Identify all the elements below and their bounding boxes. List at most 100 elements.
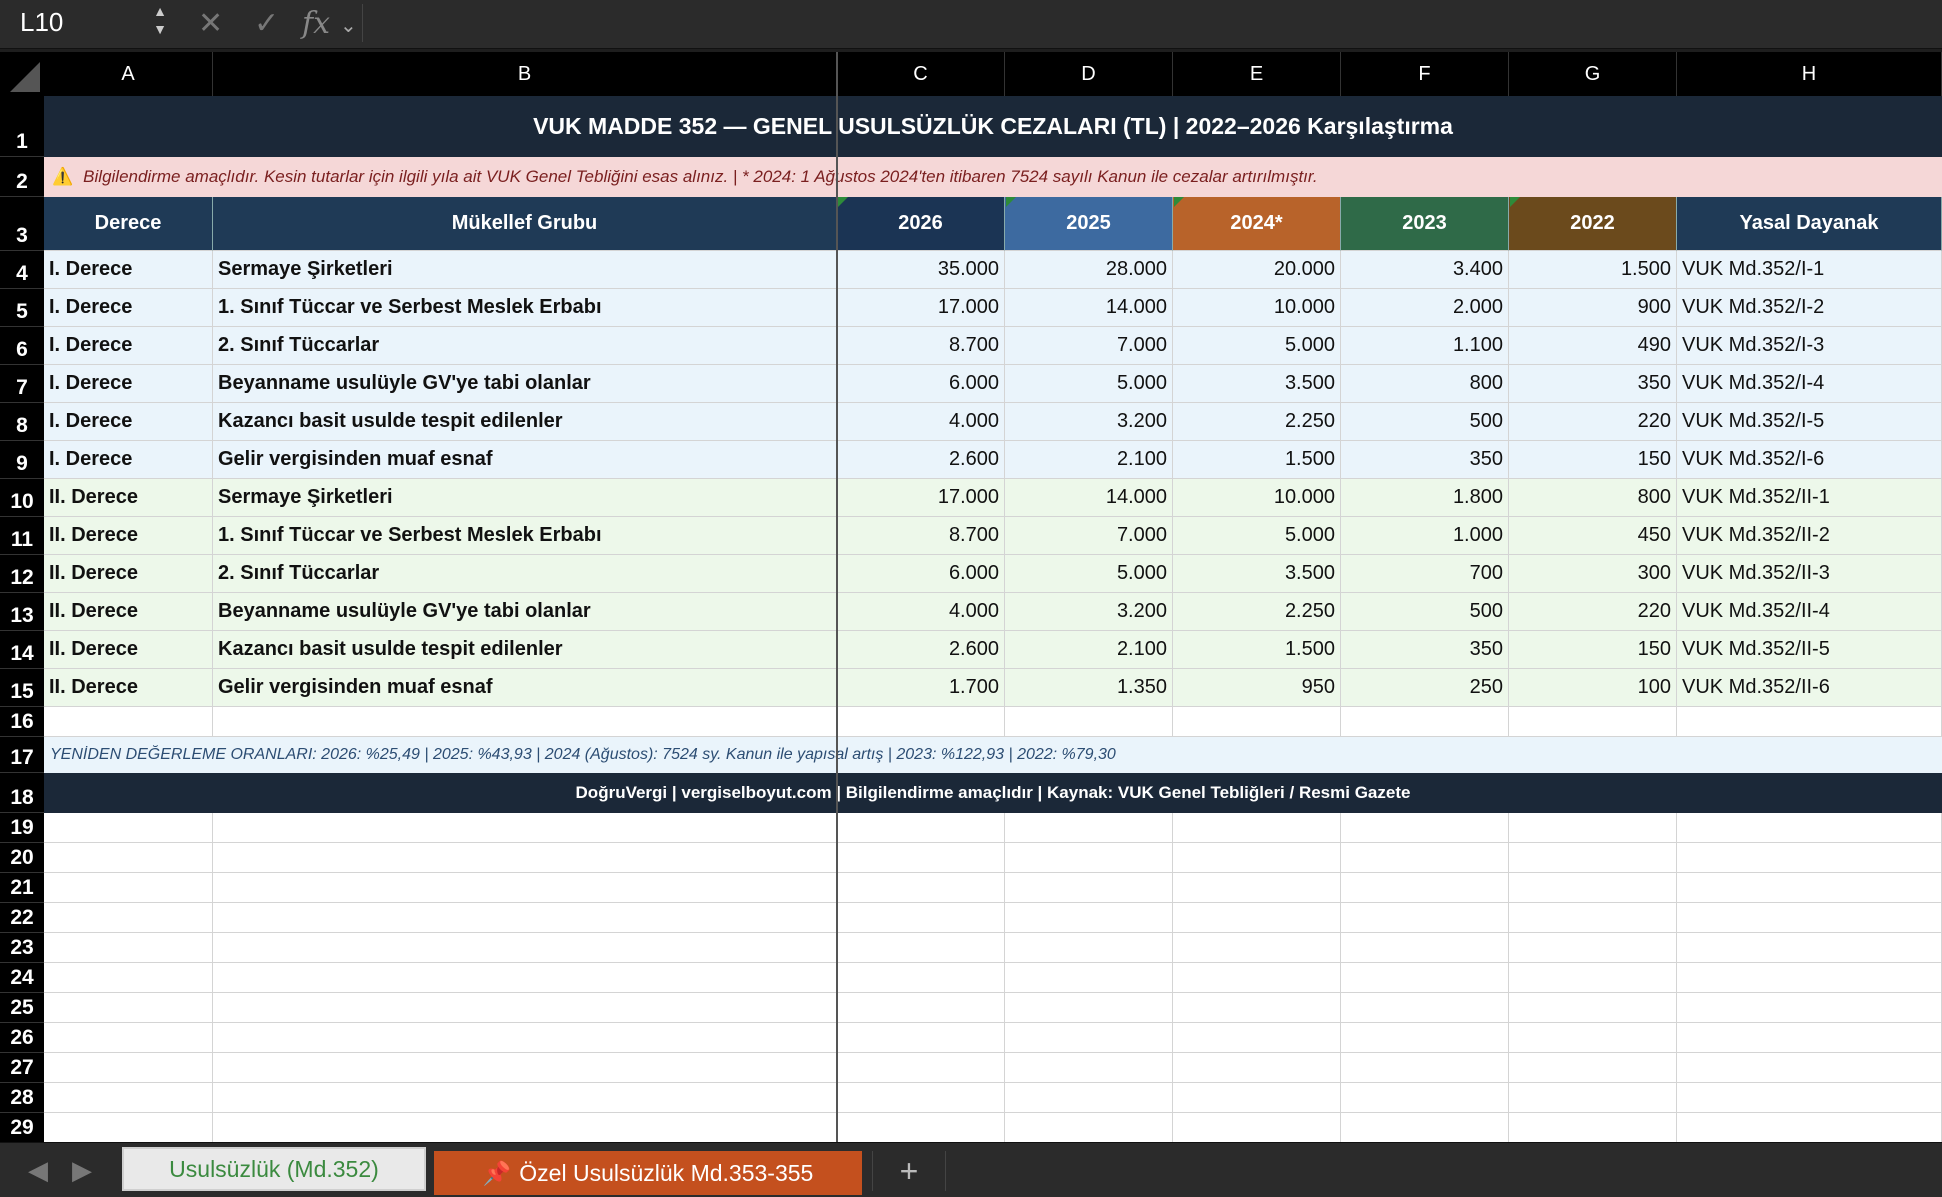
- cell-y2023[interactable]: 800: [1341, 365, 1509, 403]
- empty-cell[interactable]: [1173, 1023, 1341, 1053]
- row-header-16[interactable]: 16: [0, 707, 44, 737]
- cell-y2022[interactable]: 1.500: [1509, 251, 1677, 289]
- row-header-12[interactable]: 12: [0, 555, 44, 593]
- cell-y2024[interactable]: 5.000: [1173, 327, 1341, 365]
- empty-cell[interactable]: [44, 1053, 213, 1083]
- cell-derece[interactable]: II. Derece: [44, 517, 213, 555]
- empty-cell[interactable]: [44, 873, 213, 903]
- empty-cell[interactable]: [1341, 1053, 1509, 1083]
- cell-y2022[interactable]: 150: [1509, 631, 1677, 669]
- cell-y2025[interactable]: 14.000: [1005, 479, 1173, 517]
- cell-derece[interactable]: II. Derece: [44, 479, 213, 517]
- empty-cell[interactable]: [213, 813, 837, 843]
- empty-cell[interactable]: [213, 1083, 837, 1113]
- empty-cell[interactable]: [1677, 843, 1942, 873]
- enter-icon[interactable]: ✓: [254, 4, 279, 44]
- cell-dayanak[interactable]: VUK Md.352/I-1: [1677, 251, 1942, 289]
- tab-ozel-usulsuzluk[interactable]: 📌 Özel Usulsüzlük Md.353-355: [434, 1151, 862, 1195]
- cell-y2025[interactable]: 7.000: [1005, 517, 1173, 555]
- cell-y2026[interactable]: 6.000: [837, 555, 1005, 593]
- empty-cell[interactable]: [1341, 993, 1509, 1023]
- header-y2022[interactable]: 2022: [1509, 197, 1677, 251]
- empty-cell[interactable]: [213, 873, 837, 903]
- column-header-f[interactable]: F: [1341, 52, 1509, 96]
- cell-y2026[interactable]: 6.000: [837, 365, 1005, 403]
- cell-y2026[interactable]: 8.700: [837, 517, 1005, 555]
- cell-derece[interactable]: I. Derece: [44, 441, 213, 479]
- cell-grup[interactable]: 2. Sınıf Tüccarlar: [213, 327, 837, 365]
- row-header-28[interactable]: 28: [0, 1083, 44, 1113]
- empty-cell[interactable]: [1341, 903, 1509, 933]
- empty-cell[interactable]: [213, 933, 837, 963]
- cell-y2026[interactable]: 2.600: [837, 441, 1005, 479]
- empty-cell[interactable]: [213, 1053, 837, 1083]
- empty-cell[interactable]: [44, 1113, 213, 1142]
- empty-cell[interactable]: [1509, 843, 1677, 873]
- sheet-title[interactable]: VUK MADDE 352 — GENEL USULSÜZLÜK CEZALAR…: [44, 96, 1942, 157]
- header-grup[interactable]: Mükellef Grubu: [213, 197, 837, 251]
- empty-cell[interactable]: [837, 933, 1005, 963]
- empty-cell[interactable]: [44, 993, 213, 1023]
- row-header-25[interactable]: 25: [0, 993, 44, 1023]
- cell-y2022[interactable]: 490: [1509, 327, 1677, 365]
- empty-cell[interactable]: [1341, 707, 1509, 737]
- row-header-5[interactable]: 5: [0, 289, 44, 327]
- cell-y2023[interactable]: 350: [1341, 631, 1509, 669]
- row-header-2[interactable]: 2: [0, 157, 44, 197]
- cell-grup[interactable]: 1. Sınıf Tüccar ve Serbest Meslek Erbabı: [213, 289, 837, 327]
- empty-cell[interactable]: [1341, 963, 1509, 993]
- cell-derece[interactable]: II. Derece: [44, 631, 213, 669]
- empty-cell[interactable]: [44, 1083, 213, 1113]
- cell-y2026[interactable]: 2.600: [837, 631, 1005, 669]
- cell-y2023[interactable]: 1.100: [1341, 327, 1509, 365]
- cell-y2026[interactable]: 17.000: [837, 289, 1005, 327]
- column-header-b[interactable]: B: [213, 52, 837, 96]
- empty-cell[interactable]: [1677, 813, 1942, 843]
- row-header-1[interactable]: 1: [0, 96, 44, 157]
- empty-cell[interactable]: [1677, 963, 1942, 993]
- empty-cell[interactable]: [1173, 707, 1341, 737]
- row-header-20[interactable]: 20: [0, 843, 44, 873]
- empty-cell[interactable]: [1005, 1113, 1173, 1142]
- cell-derece[interactable]: II. Derece: [44, 593, 213, 631]
- column-header-a[interactable]: A: [44, 52, 213, 96]
- cell-y2024[interactable]: 3.500: [1173, 555, 1341, 593]
- empty-cell[interactable]: [44, 903, 213, 933]
- empty-cell[interactable]: [1677, 993, 1942, 1023]
- cell-grup[interactable]: Sermaye Şirketleri: [213, 251, 837, 289]
- cell-y2025[interactable]: 1.350: [1005, 669, 1173, 707]
- add-sheet-icon[interactable]: +: [872, 1151, 946, 1191]
- header-y2025[interactable]: 2025: [1005, 197, 1173, 251]
- empty-cell[interactable]: [1509, 903, 1677, 933]
- column-header-c[interactable]: C: [837, 52, 1005, 96]
- cell-y2022[interactable]: 450: [1509, 517, 1677, 555]
- row-header-17[interactable]: 17: [0, 737, 44, 773]
- cell-derece[interactable]: II. Derece: [44, 555, 213, 593]
- empty-cell[interactable]: [213, 707, 837, 737]
- cell-y2023[interactable]: 2.000: [1341, 289, 1509, 327]
- row-header-15[interactable]: 15: [0, 669, 44, 707]
- row-header-7[interactable]: 7: [0, 365, 44, 403]
- prev-sheet-icon[interactable]: ◀: [28, 1155, 48, 1186]
- cell-y2025[interactable]: 5.000: [1005, 365, 1173, 403]
- empty-cell[interactable]: [837, 903, 1005, 933]
- tab-usulsuzluk[interactable]: Usulsüzlük (Md.352): [122, 1147, 426, 1191]
- column-header-g[interactable]: G: [1509, 52, 1677, 96]
- next-sheet-icon[interactable]: ▶: [72, 1155, 92, 1186]
- empty-cell[interactable]: [213, 993, 837, 1023]
- function-icon[interactable]: fx: [302, 4, 330, 44]
- cell-y2022[interactable]: 300: [1509, 555, 1677, 593]
- empty-cell[interactable]: [1509, 873, 1677, 903]
- row-header-14[interactable]: 14: [0, 631, 44, 669]
- empty-cell[interactable]: [1005, 1023, 1173, 1053]
- cell-dayanak[interactable]: VUK Md.352/II-2: [1677, 517, 1942, 555]
- cell-y2024[interactable]: 5.000: [1173, 517, 1341, 555]
- empty-cell[interactable]: [1677, 933, 1942, 963]
- header-y2023[interactable]: 2023: [1341, 197, 1509, 251]
- cell-y2024[interactable]: 1.500: [1173, 441, 1341, 479]
- empty-cell[interactable]: [1341, 813, 1509, 843]
- empty-cell[interactable]: [1677, 1113, 1942, 1142]
- cell-y2024[interactable]: 10.000: [1173, 289, 1341, 327]
- empty-cell[interactable]: [1509, 963, 1677, 993]
- empty-cell[interactable]: [1341, 1113, 1509, 1142]
